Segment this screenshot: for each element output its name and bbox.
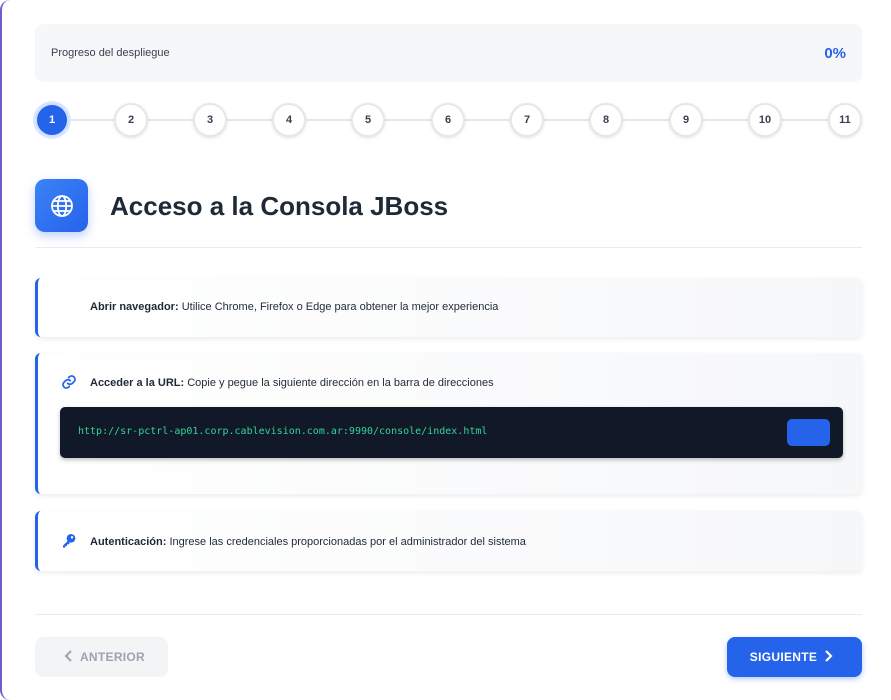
next-button[interactable]: SIGUIENTE	[727, 637, 862, 677]
instruction-description: Utilice Chrome, Firefox o Edge para obte…	[178, 301, 499, 313]
link-icon	[60, 373, 78, 391]
wizard-frame: Progreso del despliegue 0% 1 2 3 4 5 6 7…	[0, 0, 891, 700]
instruction-title: Autenticación:	[90, 536, 167, 548]
step-10[interactable]: 10	[748, 103, 782, 137]
step-6[interactable]: 6	[431, 103, 465, 137]
section-icon-badge	[35, 179, 88, 232]
instruction-card-auth: Autenticación: Ingrese las credenciales …	[35, 511, 862, 571]
step-5[interactable]: 5	[351, 103, 385, 137]
next-button-label: SIGUIENTE	[749, 650, 818, 664]
instruction-title: Acceder a la URL:	[90, 377, 185, 389]
instruction-description: Copie y pegue la siguiente dirección en …	[184, 377, 494, 389]
step-9[interactable]: 9	[669, 103, 703, 137]
step-3[interactable]: 3	[193, 103, 227, 137]
step-11[interactable]: 11	[828, 103, 862, 137]
chevron-right-icon	[823, 649, 833, 665]
progress-card: Progreso del despliegue 0%	[35, 24, 862, 82]
instruction-card-url: Acceder a la URL: Copie y pegue la sigui…	[35, 353, 862, 494]
page-title: Acceso a la Consola JBoss	[110, 191, 449, 221]
step-7[interactable]: 7	[510, 103, 544, 137]
chevron-left-icon	[64, 649, 74, 665]
previous-button[interactable]: ANTERIOR	[35, 637, 168, 677]
stepper: 1 2 3 4 5 6 7 8 9 10 11	[35, 103, 862, 137]
step-8[interactable]: 8	[589, 103, 623, 137]
instruction-card-browser: Abrir navegador: Utilice Chrome, Firefox…	[35, 278, 862, 337]
url-code-block: http://sr-pctrl-ap01.corp.cablevision.co…	[60, 407, 843, 458]
instruction-text: Abrir navegador: Utilice Chrome, Firefox…	[90, 301, 498, 313]
console-url[interactable]: http://sr-pctrl-ap01.corp.cablevision.co…	[78, 426, 487, 437]
instruction-title: Abrir navegador:	[90, 301, 179, 313]
instruction-description: Ingrese las credenciales proporcionadas …	[166, 536, 526, 548]
step-1[interactable]: 1	[35, 103, 69, 137]
step-4[interactable]: 4	[272, 103, 306, 137]
globe-icon	[50, 194, 73, 217]
progress-label: Progreso del despliegue	[51, 47, 170, 59]
instruction-text: Autenticación: Ingrese las credenciales …	[90, 536, 526, 548]
step-2[interactable]: 2	[114, 103, 148, 137]
key-icon	[60, 532, 78, 550]
instruction-text: Acceder a la URL: Copie y pegue la sigui…	[90, 377, 494, 389]
progress-percentage: 0%	[824, 44, 846, 62]
header-divider	[35, 247, 862, 248]
copy-url-button[interactable]	[787, 419, 830, 446]
footer-divider	[35, 614, 862, 615]
previous-button-label: ANTERIOR	[79, 650, 146, 664]
